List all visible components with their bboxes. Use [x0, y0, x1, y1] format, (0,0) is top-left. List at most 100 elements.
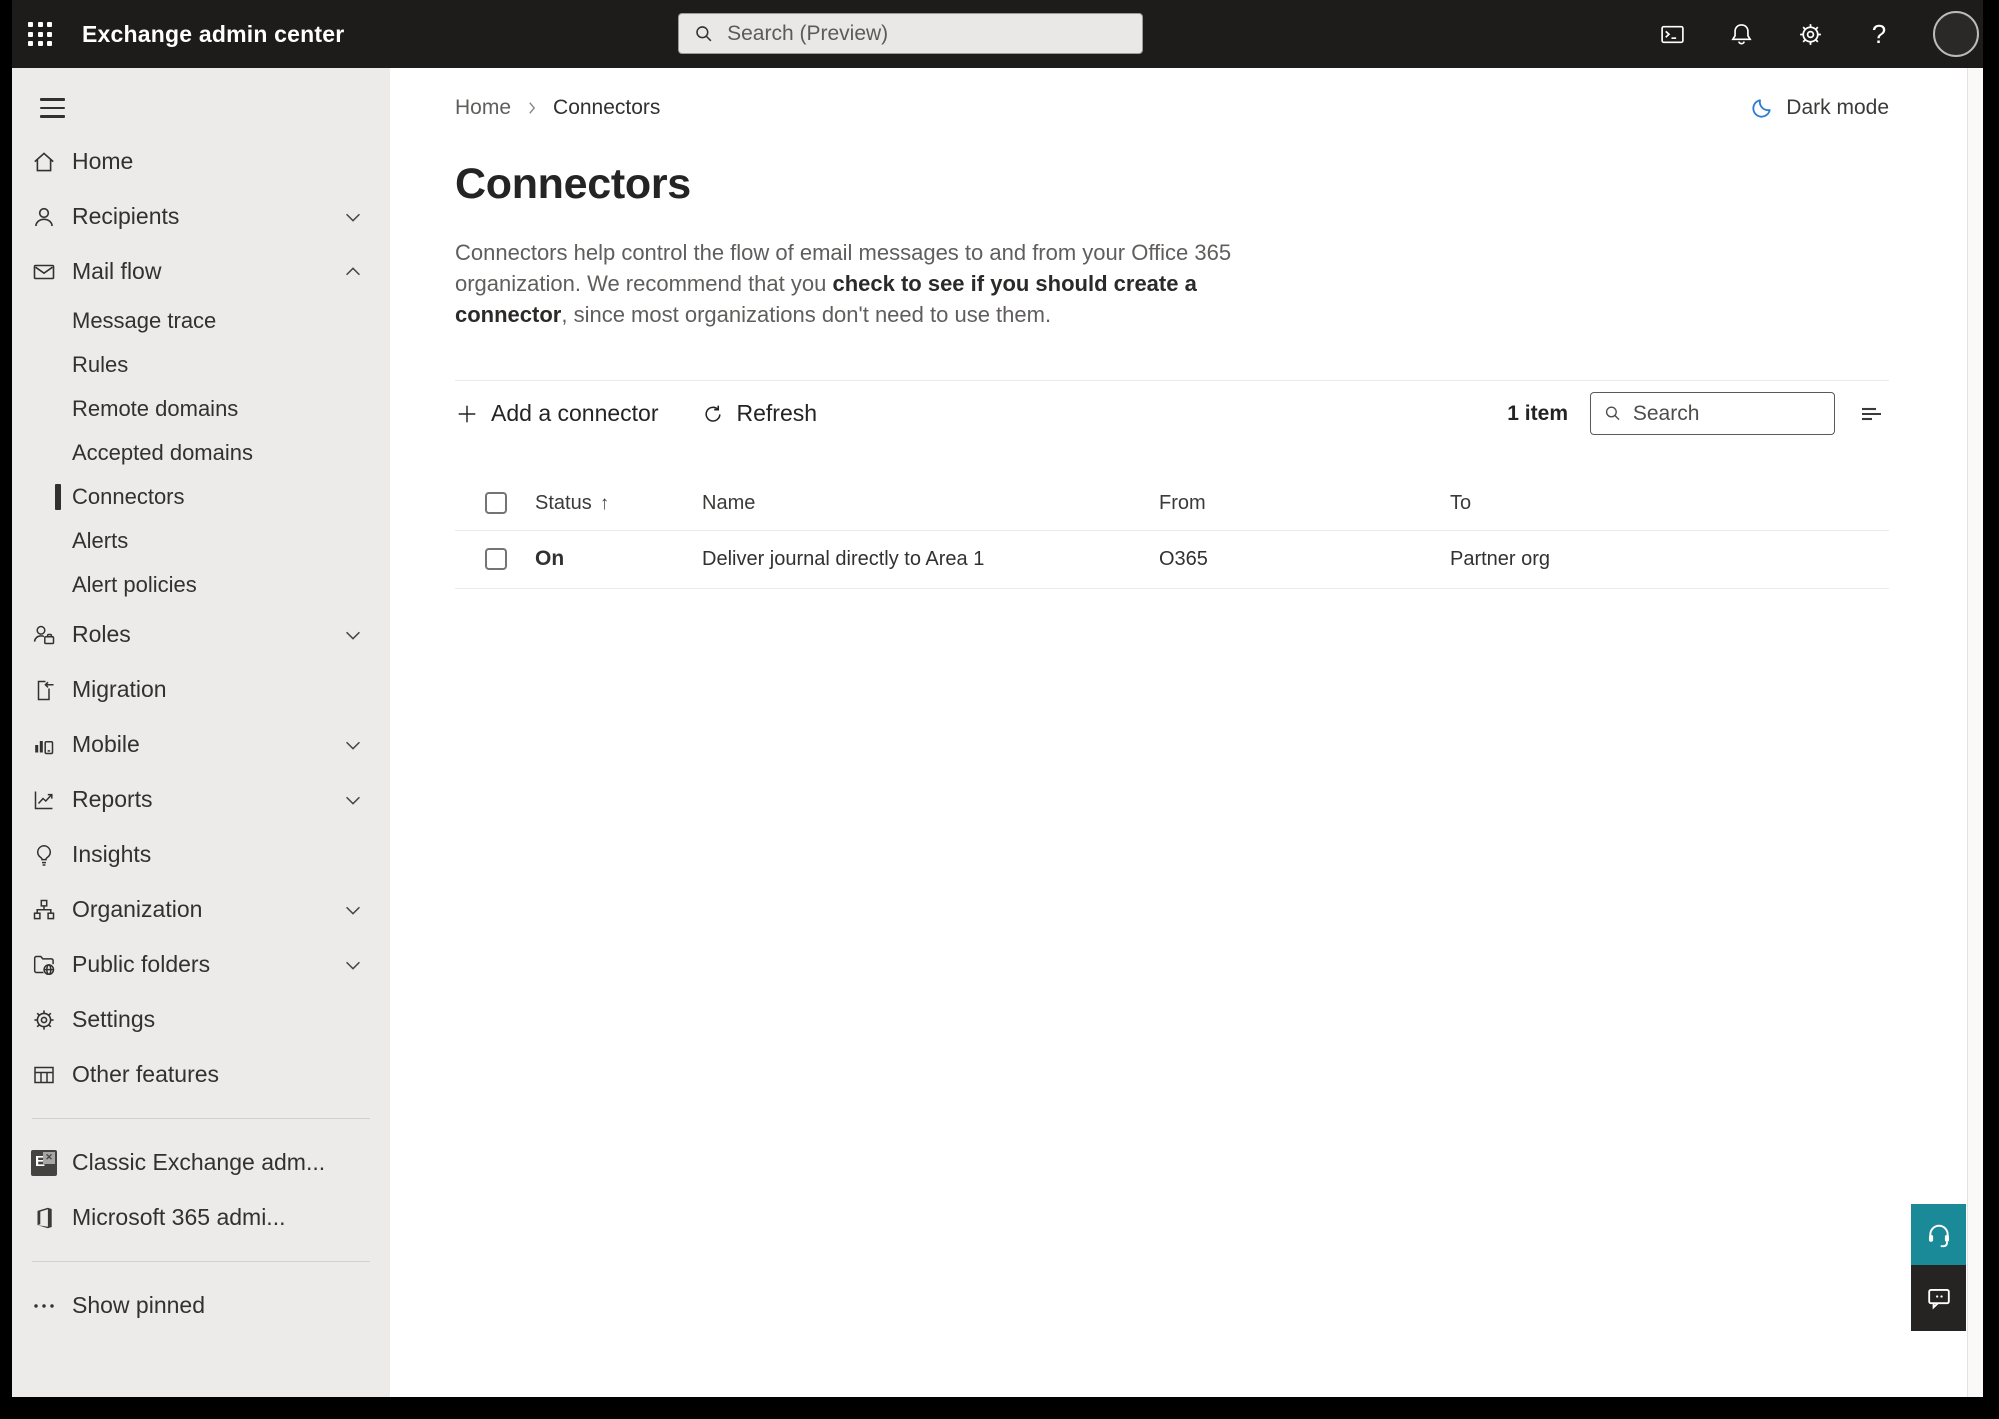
sidebar-item-roles[interactable]: Roles	[12, 607, 390, 662]
line-chart-icon	[30, 786, 58, 814]
migration-document-icon	[30, 676, 58, 704]
microsoft-365-logo-icon	[30, 1204, 58, 1232]
table-header-row: Status ↑ Name From To	[455, 477, 1889, 531]
person-icon	[30, 203, 58, 231]
sidebar-item-alert-policies[interactable]: Alert policies	[12, 563, 390, 607]
support-button[interactable]	[1911, 1204, 1966, 1265]
column-header-from[interactable]: From	[1159, 492, 1450, 515]
refresh-button[interactable]: Refresh	[701, 400, 817, 427]
sidebar-item-public-folders[interactable]: Public folders	[12, 937, 390, 992]
person-briefcase-icon	[30, 621, 58, 649]
waffle-icon	[28, 22, 52, 46]
help-button[interactable]: ?	[1864, 19, 1894, 49]
list-toolbar: Add a connector Refresh 1 item	[455, 381, 1889, 447]
breadcrumb-home-link[interactable]: Home	[455, 96, 511, 120]
item-count: 1 item	[1507, 401, 1568, 425]
gear-icon	[30, 1006, 58, 1034]
gear-icon	[1799, 23, 1821, 45]
list-search-input[interactable]	[1632, 401, 1822, 426]
global-search-input[interactable]	[727, 21, 1128, 46]
sidebar-item-alerts[interactable]: Alerts	[12, 519, 390, 563]
headset-icon	[1928, 1224, 1949, 1247]
sidebar-item-connectors[interactable]: Connectors	[12, 475, 390, 519]
filter-lines-icon	[1862, 407, 1881, 420]
terminal-icon	[1660, 25, 1684, 43]
filter-button[interactable]	[1853, 396, 1889, 432]
ellipsis-icon	[30, 1292, 58, 1320]
moon-icon	[1752, 99, 1771, 118]
sidebar-item-recipients[interactable]: Recipients	[12, 189, 390, 244]
sidebar-item-message-trace[interactable]: Message trace	[12, 299, 390, 343]
sidebar-item-reports[interactable]: Reports	[12, 772, 390, 827]
question-mark-icon: ?	[1871, 18, 1887, 49]
sidebar-item-migration[interactable]: Migration	[12, 662, 390, 717]
topbar-actions: ?	[1657, 11, 1983, 57]
page-title: Connectors	[455, 160, 691, 208]
chevron-down-icon	[346, 906, 360, 915]
sidebar-divider	[32, 1118, 370, 1119]
sidebar-divider	[32, 1261, 370, 1262]
chevron-down-icon	[346, 796, 360, 805]
sidebar-item-mail-flow[interactable]: Mail flow	[12, 244, 390, 299]
lightbulb-icon	[30, 841, 58, 869]
app-window: Exchange admin center Search (Preview) ?…	[0, 0, 1999, 1419]
feedback-bubble-icon	[1927, 1289, 1950, 1310]
row-to: Partner org	[1450, 547, 1551, 570]
sidebar-item-settings[interactable]: Settings	[12, 992, 390, 1047]
app-launcher-button[interactable]	[12, 0, 68, 68]
breadcrumb-current: Connectors	[553, 95, 661, 119]
search-icon	[1605, 406, 1620, 421]
column-header-name[interactable]: Name	[702, 492, 1159, 515]
sidebar-item-organization[interactable]: Organization	[12, 882, 390, 937]
notifications-button[interactable]	[1726, 19, 1756, 49]
sidebar-item-classic-exchange[interactable]: E ✕ Classic Exchange adm...	[12, 1135, 390, 1190]
refresh-icon	[704, 405, 721, 422]
sidebar-item-show-pinned[interactable]: Show pinned	[12, 1278, 390, 1333]
row-status: On	[535, 547, 565, 571]
left-nav: Home Recipients Mail flow Message trace …	[12, 68, 390, 1397]
mobile-stats-icon	[30, 731, 58, 759]
dark-mode-toggle[interactable]: Dark mode	[1750, 95, 1889, 120]
page-description: Connectors help control the flow of emai…	[455, 240, 1232, 328]
chevron-up-icon	[346, 266, 360, 275]
top-bar: Exchange admin center Search (Preview) ?	[12, 0, 1983, 68]
chevron-down-icon	[346, 631, 360, 640]
column-header-to[interactable]: To	[1450, 492, 1889, 515]
sidebar-item-mobile[interactable]: Mobile	[12, 717, 390, 772]
main-content: Home Connectors Dark mode Connectors Con…	[390, 68, 1967, 1397]
nav-collapse-button[interactable]	[32, 88, 72, 128]
chevron-down-icon	[346, 213, 360, 222]
row-checkbox[interactable]	[485, 548, 507, 571]
sort-ascending-icon: ↑	[599, 492, 610, 514]
envelope-icon	[30, 258, 58, 286]
chevron-down-icon	[346, 961, 360, 970]
chevron-down-icon	[346, 741, 360, 750]
bell-icon	[1730, 23, 1752, 44]
row-from: O365	[1159, 547, 1208, 570]
sidebar-item-home[interactable]: Home	[12, 134, 390, 189]
table-row[interactable]: On Deliver journal directly to Area 1 O3…	[455, 531, 1889, 589]
settings-button[interactable]	[1795, 19, 1825, 49]
dark-mode-label: Dark mode	[1786, 95, 1889, 119]
sidebar-item-remote-domains[interactable]: Remote domains	[12, 387, 390, 431]
scrollbar-track[interactable]	[1967, 68, 1983, 1397]
list-search-box[interactable]	[1590, 392, 1835, 436]
cloud-shell-button[interactable]	[1657, 19, 1687, 49]
select-all-checkbox[interactable]	[485, 492, 507, 515]
sidebar-item-insights[interactable]: Insights	[12, 827, 390, 882]
hamburger-icon	[39, 98, 65, 118]
sidebar-item-rules[interactable]: Rules	[12, 343, 390, 387]
search-icon	[696, 25, 712, 41]
column-header-status[interactable]: Status ↑	[535, 492, 702, 515]
org-chart-icon	[30, 896, 58, 924]
helper-buttons	[1911, 1204, 1966, 1331]
global-search-box[interactable]	[678, 13, 1143, 54]
add-connector-button[interactable]: Add a connector	[455, 400, 659, 427]
sidebar-item-other-features[interactable]: Other features	[12, 1047, 390, 1102]
app-title: Exchange admin center	[82, 20, 345, 47]
sidebar-item-microsoft-365[interactable]: Microsoft 365 admi...	[12, 1190, 390, 1245]
feedback-button[interactable]	[1911, 1265, 1966, 1331]
connectors-table: Status ↑ Name From To On Deliver journal …	[455, 477, 1889, 589]
sidebar-item-accepted-domains[interactable]: Accepted domains	[12, 431, 390, 475]
account-avatar[interactable]	[1933, 11, 1979, 57]
